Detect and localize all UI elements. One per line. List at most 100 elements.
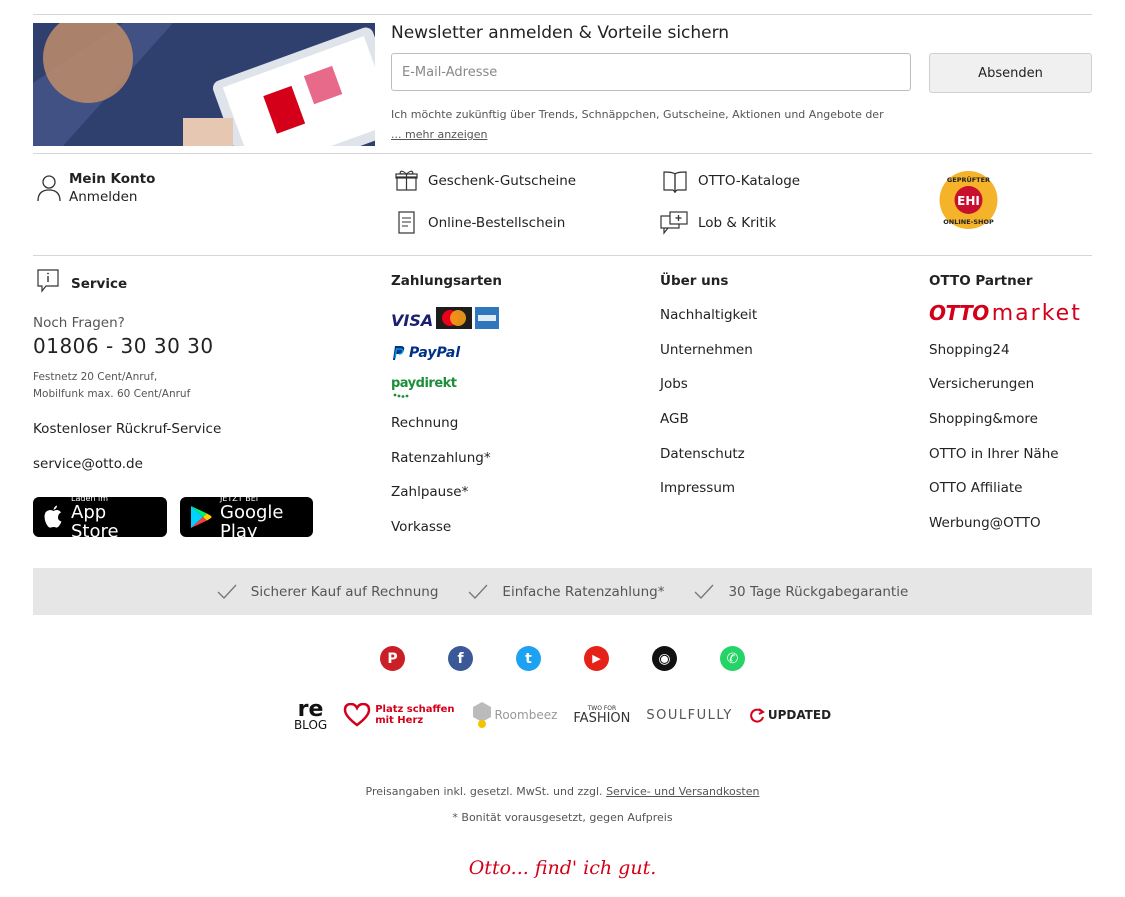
- about-link-datenschutz[interactable]: Datenschutz: [660, 446, 745, 462]
- updated-logo[interactable]: UPDATED: [749, 707, 831, 723]
- payment-link-rechnung[interactable]: Rechnung: [391, 415, 458, 431]
- callback-link[interactable]: Kostenloser Rückruf-Service: [33, 421, 221, 437]
- partner-link-shoppingmore[interactable]: Shopping&more: [929, 411, 1038, 427]
- about-link-nachhaltigkeit[interactable]: Nachhaltigkeit: [660, 307, 757, 323]
- facebook-icon[interactable]: f: [448, 646, 473, 671]
- newsletter-more-link[interactable]: ... mehr anzeigen: [391, 128, 488, 141]
- otto-market-market: market: [991, 301, 1082, 326]
- account-title: Mein Konto: [69, 171, 156, 187]
- roombeez-text: Roombeez: [494, 708, 558, 723]
- partner-link-werbung[interactable]: Werbung@OTTO: [929, 515, 1041, 531]
- twoforfashion-bottom: FASHION: [573, 710, 631, 726]
- paydirekt-logo: paydirekt: [391, 376, 457, 398]
- google-play-button[interactable]: JETZT BEI Google Play: [180, 494, 313, 541]
- platz-schaffen-logo[interactable]: Platz schaffen mit Herz: [343, 703, 455, 727]
- payment-link-zahlpause[interactable]: Zahlpause*: [391, 484, 468, 500]
- about-title: Über uns: [660, 273, 729, 289]
- gift-icon: [395, 169, 418, 192]
- service-phone[interactable]: 01806 - 30 30 30: [33, 334, 214, 358]
- two-for-fashion-logo[interactable]: TWO FOR FASHION: [573, 705, 631, 726]
- ehi-badge-center: EHI: [957, 194, 980, 208]
- youtube-icon[interactable]: ▶: [584, 646, 609, 671]
- hexagon-icon: [472, 702, 491, 729]
- newsletter-title: Newsletter anmelden & Vorteile sichern: [391, 23, 730, 43]
- roombeez-logo[interactable]: Roombeez: [471, 701, 558, 729]
- trust-item: Sicherer Kauf auf Rechnung: [217, 583, 439, 600]
- app-store-big: App Store: [71, 501, 119, 542]
- partner-link-shopping24[interactable]: Shopping24: [929, 342, 1010, 358]
- otto-market-logo[interactable]: OTTO market: [929, 301, 1082, 326]
- user-icon: [37, 171, 61, 205]
- reblog-top: re: [297, 697, 324, 722]
- newsletter-email-input[interactable]: [391, 53, 911, 91]
- partner-link-affiliate[interactable]: OTTO Affiliate: [929, 480, 1022, 496]
- about-link-impressum[interactable]: Impressum: [660, 480, 735, 496]
- reblog-logo[interactable]: re BLOG: [293, 697, 328, 732]
- trust-item: 30 Tage Rückgabegarantie: [694, 584, 908, 600]
- gift-card-link[interactable]: Geschenk-Gutscheine: [395, 169, 576, 192]
- paydirekt-text: paydirekt: [391, 376, 457, 391]
- partner-link-versicherungen[interactable]: Versicherungen: [929, 376, 1034, 392]
- order-form-label: Online-Bestellschein: [428, 215, 566, 231]
- catalogs-label: OTTO-Kataloge: [698, 173, 801, 189]
- service-email-link[interactable]: service@otto.de: [33, 456, 143, 472]
- shipping-costs-link[interactable]: Service- und Versandkosten: [606, 785, 759, 798]
- payment-cards-logos: VISA: [391, 307, 500, 333]
- payment-link-vorkasse[interactable]: Vorkasse: [391, 519, 451, 535]
- check-icon: [468, 584, 488, 599]
- about-link-unternehmen[interactable]: Unternehmen: [660, 342, 753, 358]
- newsletter-image: [33, 23, 375, 146]
- partner-title: OTTO Partner: [929, 273, 1033, 289]
- divider-1: [33, 153, 1092, 154]
- price-note-text: Preisangaben inkl. gesetzl. MwSt. und zz…: [365, 785, 603, 798]
- paypal-text: PayPal: [409, 345, 461, 361]
- ehi-badge[interactable]: EHI GEPRÜFTER ONLINE-SHOP: [938, 170, 999, 230]
- trust-item-label: 30 Tage Rückgabegarantie: [728, 583, 909, 600]
- google-play-big: Google Play: [220, 501, 284, 542]
- newsletter-submit-button[interactable]: Absenden: [929, 53, 1092, 93]
- catalogs-link[interactable]: OTTO-Kataloge: [662, 169, 800, 193]
- visa-logo: VISA: [391, 310, 434, 330]
- divider-top: [33, 14, 1092, 15]
- credit-note: * Bonität vorausgesetzt, gegen Aufpreis: [452, 811, 673, 824]
- platz-line2: mit Herz: [375, 715, 424, 727]
- payment-link-ratenzahlung[interactable]: Ratenzahlung*: [391, 450, 491, 466]
- soulfully-logo[interactable]: SOULFULLY: [646, 708, 732, 723]
- service-fee-line2: Mobilfunk max. 60 Cent/Anruf: [33, 388, 191, 400]
- apple-icon: [43, 505, 63, 529]
- trust-item-label: Sicherer Kauf auf Rechnung: [250, 583, 439, 600]
- order-form-link[interactable]: Online-Bestellschein: [395, 211, 565, 235]
- check-icon: [217, 584, 237, 599]
- pinterest-icon[interactable]: P: [380, 646, 405, 671]
- info-chat-icon: [37, 269, 59, 293]
- payment-title: Zahlungsarten: [391, 273, 503, 289]
- app-store-button[interactable]: Laden im App Store: [33, 494, 167, 541]
- service-question: Noch Fragen?: [33, 315, 125, 331]
- service-fee-line1: Festnetz 20 Cent/Anruf,: [33, 371, 158, 383]
- account-link[interactable]: Mein Konto Anmelden: [37, 171, 155, 205]
- instagram-icon[interactable]: ◉: [652, 646, 677, 671]
- refresh-icon: [750, 708, 765, 723]
- divider-2: [33, 255, 1092, 256]
- about-link-agb[interactable]: AGB: [660, 411, 689, 427]
- feedback-link[interactable]: Lob & Kritik: [660, 211, 776, 235]
- twitter-icon[interactable]: t: [516, 646, 541, 671]
- ehi-badge-bottom: ONLINE-SHOP: [943, 218, 994, 226]
- partner-link-otto-naehe[interactable]: OTTO in Ihrer Nähe: [929, 446, 1059, 462]
- newsletter-legal-text: Ich möchte zukünftig über Trends, Schnäp…: [391, 108, 884, 121]
- google-play-icon: [190, 505, 212, 529]
- social-links: P f t ▶ ◉ ✆: [0, 646, 1125, 671]
- amex-logo: [475, 307, 500, 333]
- reblog-bottom: BLOG: [293, 717, 328, 732]
- service-title: Service: [71, 276, 128, 292]
- updated-text: UPDATED: [767, 708, 832, 723]
- about-link-jobs[interactable]: Jobs: [660, 376, 688, 392]
- whatsapp-icon[interactable]: ✆: [720, 646, 745, 671]
- service-header: Service: [37, 269, 127, 293]
- ehi-badge-top: GEPRÜFTER: [947, 175, 990, 184]
- check-icon: [695, 584, 714, 599]
- otto-slogan-logo: Otto... find' ich gut.: [468, 857, 657, 879]
- feedback-chat-icon: [660, 211, 688, 235]
- paypal-logo: PayPal: [391, 345, 460, 361]
- trust-item: Einfache Ratenzahlung*: [468, 584, 664, 600]
